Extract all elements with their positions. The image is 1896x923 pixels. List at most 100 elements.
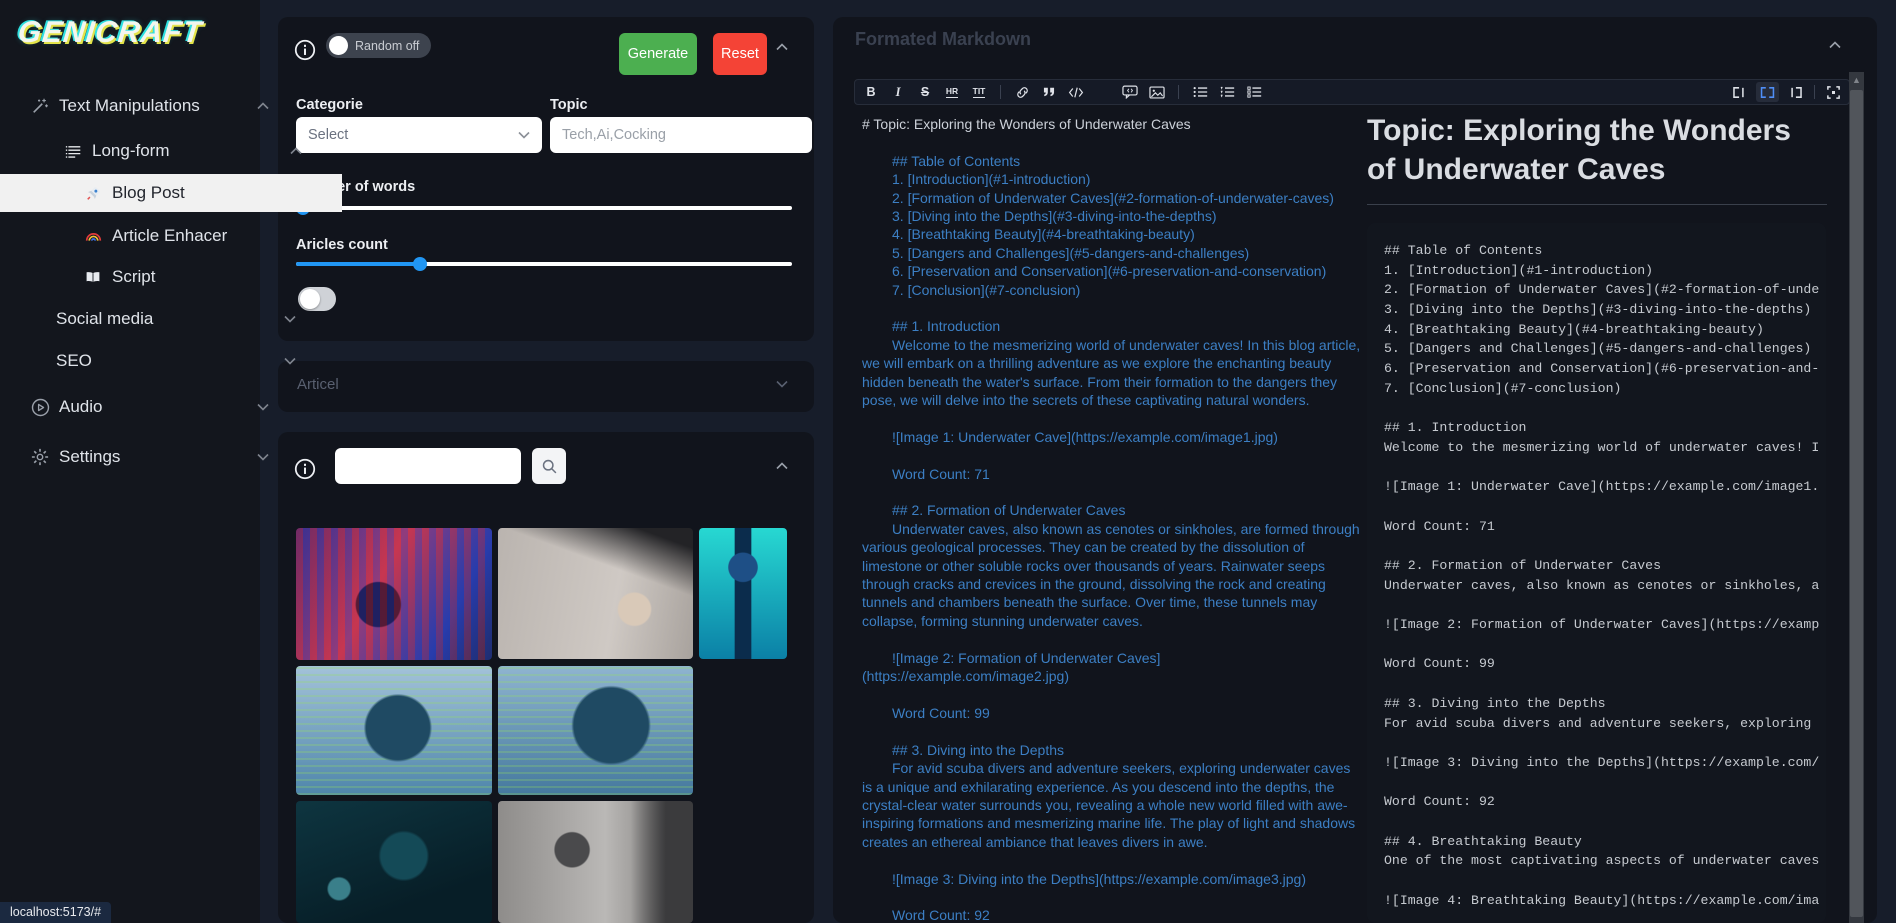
info-icon[interactable] [294, 39, 316, 61]
preview-line: ## 2. Formation of Underwater Caves [1384, 558, 1826, 578]
sidebar-item-blog-post[interactable]: Blog Post [0, 174, 342, 212]
italic-icon[interactable]: I [890, 83, 906, 101]
sidebar-item-label: Social media [56, 309, 153, 329]
ordered-list-icon[interactable] [1219, 83, 1235, 101]
genicraft-app: GENICRAFT Text Manipulations Long-form Blo… [0, 0, 1896, 923]
collapse-markdown-icon[interactable] [1829, 41, 1841, 49]
link-icon[interactable] [1014, 83, 1030, 101]
quote-icon[interactable] [1041, 83, 1057, 101]
editor-line: ![Image 2: Formation of Underwater Caves… [862, 649, 1362, 686]
preview-line [1384, 637, 1826, 657]
image-search-input[interactable] [335, 448, 521, 484]
articel-panel[interactable]: Articel [278, 361, 814, 412]
preview-line: One of the most captivating aspects of u… [1384, 853, 1826, 873]
toggle-knob [329, 36, 348, 55]
robot-arm-and-elderly-man-image[interactable] [498, 801, 693, 923]
image-search-button[interactable] [532, 448, 566, 484]
topic-input[interactable] [550, 117, 812, 153]
preview-line: 7. [Conclusion](#7-conclusion) [1384, 381, 1826, 401]
chevron-down-icon [257, 403, 269, 411]
sidebar-item-label: Script [112, 267, 155, 287]
chevron-down-icon [518, 131, 530, 139]
toolbar-divider [1814, 85, 1815, 99]
woman-green-code-face-image[interactable] [296, 666, 492, 795]
sidebar-item-long-form[interactable]: Long-form [0, 134, 322, 168]
sidebar-item-article-enhacer[interactable]: Article Enhacer [0, 219, 342, 253]
scroll-up-arrow-icon[interactable]: ▲ [1849, 75, 1864, 85]
preview-line: ## 3. Diving into the Depths [1384, 696, 1826, 716]
scrollbar-thumb[interactable] [1850, 90, 1863, 917]
task-list-icon[interactable] [1246, 83, 1262, 101]
editor-line: ## 2. Formation of Underwater Caves [862, 501, 1362, 519]
chevron-down-icon [284, 357, 296, 365]
preview-line: 1. [Introduction](#1-introduction) [1384, 263, 1826, 283]
categorie-label: Categorie [296, 97, 363, 113]
chevron-up-icon [290, 147, 302, 155]
sidebar-item-social-media[interactable]: Social media [0, 302, 316, 336]
image-icon[interactable] [1149, 83, 1165, 101]
fullscreen-icon[interactable] [1825, 83, 1841, 101]
blue-hand-on-teal-image[interactable] [699, 528, 787, 659]
collapse-generator-icon[interactable] [776, 43, 788, 51]
generate-button[interactable]: Generate [619, 33, 697, 75]
markdown-toolbar: BIS HR TIT [854, 79, 1850, 105]
sidebar-item-settings[interactable]: Settings [0, 440, 289, 474]
reset-button[interactable]: Reset [713, 33, 767, 75]
woman-profile-code-image[interactable] [498, 666, 693, 795]
topic-label: Topic [550, 97, 588, 113]
random-toggle[interactable]: Random off [326, 33, 431, 58]
preview-line [1384, 538, 1826, 558]
editor-line: Underwater caves, also known as cenotes … [862, 520, 1362, 630]
codeblock-icon[interactable] [1095, 83, 1111, 101]
rainbow-icon [82, 230, 104, 242]
collapse-gallery-icon[interactable] [776, 462, 788, 470]
bold-icon[interactable]: B [863, 83, 879, 101]
code-icon[interactable] [1068, 83, 1084, 101]
chevron-down-icon [257, 453, 269, 461]
categorie-select-value: Select [308, 127, 518, 143]
image-gallery-panel [278, 432, 814, 923]
categorie-select[interactable]: Select [296, 117, 542, 153]
chevron-down-icon [284, 315, 296, 323]
number-of-words-slider[interactable] [296, 201, 792, 215]
editor-pane-icon[interactable] [1731, 83, 1748, 101]
preview-pane-icon[interactable] [1787, 83, 1804, 101]
preview-line [1384, 676, 1826, 696]
chevron-up-icon [257, 102, 269, 110]
editor-line: Word Count: 71 [862, 465, 1362, 483]
info-icon[interactable] [294, 458, 316, 480]
preview-line [1384, 499, 1826, 519]
sidebar-item-audio[interactable]: Audio [0, 390, 289, 424]
app-logo[interactable]: GENICRAFT [16, 16, 204, 50]
preview-line [1384, 873, 1826, 893]
comment-icon[interactable] [1122, 83, 1138, 101]
markdown-editor[interactable]: # Topic: Exploring the Wonders of Underw… [862, 115, 1362, 923]
sidebar-item-label: Article Enhacer [112, 226, 227, 246]
expand-articel-icon[interactable] [776, 380, 788, 388]
editor-line: ## 3. Diving into the Depths [862, 741, 1362, 759]
preview-line: ![Image 4: Breathtaking Beauty](https://… [1384, 893, 1826, 913]
hr-icon[interactable]: HR [944, 83, 960, 101]
sidebar-item-text-manipulations[interactable]: Text Manipulations [0, 89, 289, 123]
preview-scrollbar[interactable]: ▲ [1849, 72, 1864, 923]
markdown-preview: ## Table of Contents1. [Introduction](#1… [1367, 223, 1826, 923]
sidebar-item-label: Blog Post [112, 183, 185, 203]
strikethrough-icon[interactable]: S [917, 83, 933, 101]
articles-count-slider[interactable] [296, 257, 792, 271]
sidebar-item-script[interactable]: Script [0, 260, 342, 294]
title-icon[interactable]: TIT [971, 83, 987, 101]
editor-blank-line [862, 483, 1362, 501]
editor-blank-line [862, 299, 1362, 317]
split-pane-icon[interactable] [1756, 82, 1779, 102]
vr-headset-person-image[interactable] [296, 801, 492, 923]
slider-thumb[interactable] [413, 257, 427, 271]
preview-line: Word Count: 92 [1384, 794, 1826, 814]
unordered-list-icon[interactable] [1192, 83, 1208, 101]
editor-line: 1. [Introduction](#1-introduction) [862, 170, 1362, 188]
editor-line: Word Count: 99 [862, 704, 1362, 722]
robot-hand-touching-human-hand-image[interactable] [498, 528, 693, 659]
woman-code-projection-image[interactable] [296, 528, 492, 660]
sidebar-item-label: Text Manipulations [59, 96, 200, 116]
editor-line: Word Count: 92 [862, 906, 1362, 923]
sidebar-item-seo[interactable]: SEO [0, 344, 316, 378]
